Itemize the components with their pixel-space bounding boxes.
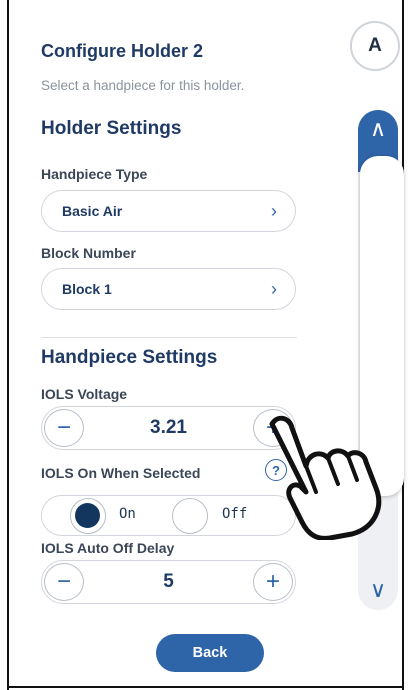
minus-icon: − [56, 568, 71, 595]
iols-auto-off-delay-label: IOLS Auto Off Delay [41, 540, 175, 556]
iols-voltage-label: IOLS Voltage [41, 386, 128, 402]
iols-on-when-selected-label: IOLS On When Selected [41, 465, 201, 481]
back-button[interactable]: Back [156, 634, 264, 672]
handpiece-type-value: Basic Air [62, 203, 123, 219]
user-avatar[interactable]: A [350, 21, 400, 71]
handpiece-settings-title: Handpiece Settings [41, 347, 218, 368]
handpiece-type-select[interactable]: Basic Air › [41, 190, 296, 232]
section-divider [41, 337, 297, 338]
chevron-up-icon: ∧ [369, 116, 387, 141]
iols-voltage-decrease-button[interactable]: − [44, 409, 84, 447]
holder-settings-title: Holder Settings [41, 118, 182, 139]
block-number-select[interactable]: Block 1 › [41, 268, 296, 310]
scroll-down-button[interactable]: ∨ [358, 570, 398, 610]
block-number-value: Block 1 [62, 281, 112, 297]
auto-off-delay-decrease-button[interactable]: − [44, 563, 84, 601]
radio-off-label: Off [222, 506, 248, 522]
pointing-hand-icon [269, 415, 382, 540]
auto-off-delay-increase-button[interactable]: + [253, 563, 293, 601]
plus-icon: + [265, 568, 280, 595]
device-frame-bottom [7, 686, 404, 688]
iols-auto-off-delay-stepper[interactable]: 5 − + [41, 560, 296, 604]
page-title: Configure Holder 2 [41, 41, 204, 61]
radio-off[interactable] [172, 498, 208, 534]
page-subtitle: Select a handpiece for this holder. [41, 78, 245, 93]
block-number-label: Block Number [41, 245, 136, 261]
handpiece-type-label: Handpiece Type [41, 166, 148, 182]
chevron-down-icon: ∨ [369, 577, 387, 602]
chevron-right-icon: › [271, 200, 277, 221]
minus-icon: − [56, 414, 71, 441]
chevron-right-icon: › [271, 278, 277, 299]
radio-on-label: On [119, 506, 136, 522]
radio-on-selected[interactable] [70, 498, 106, 534]
